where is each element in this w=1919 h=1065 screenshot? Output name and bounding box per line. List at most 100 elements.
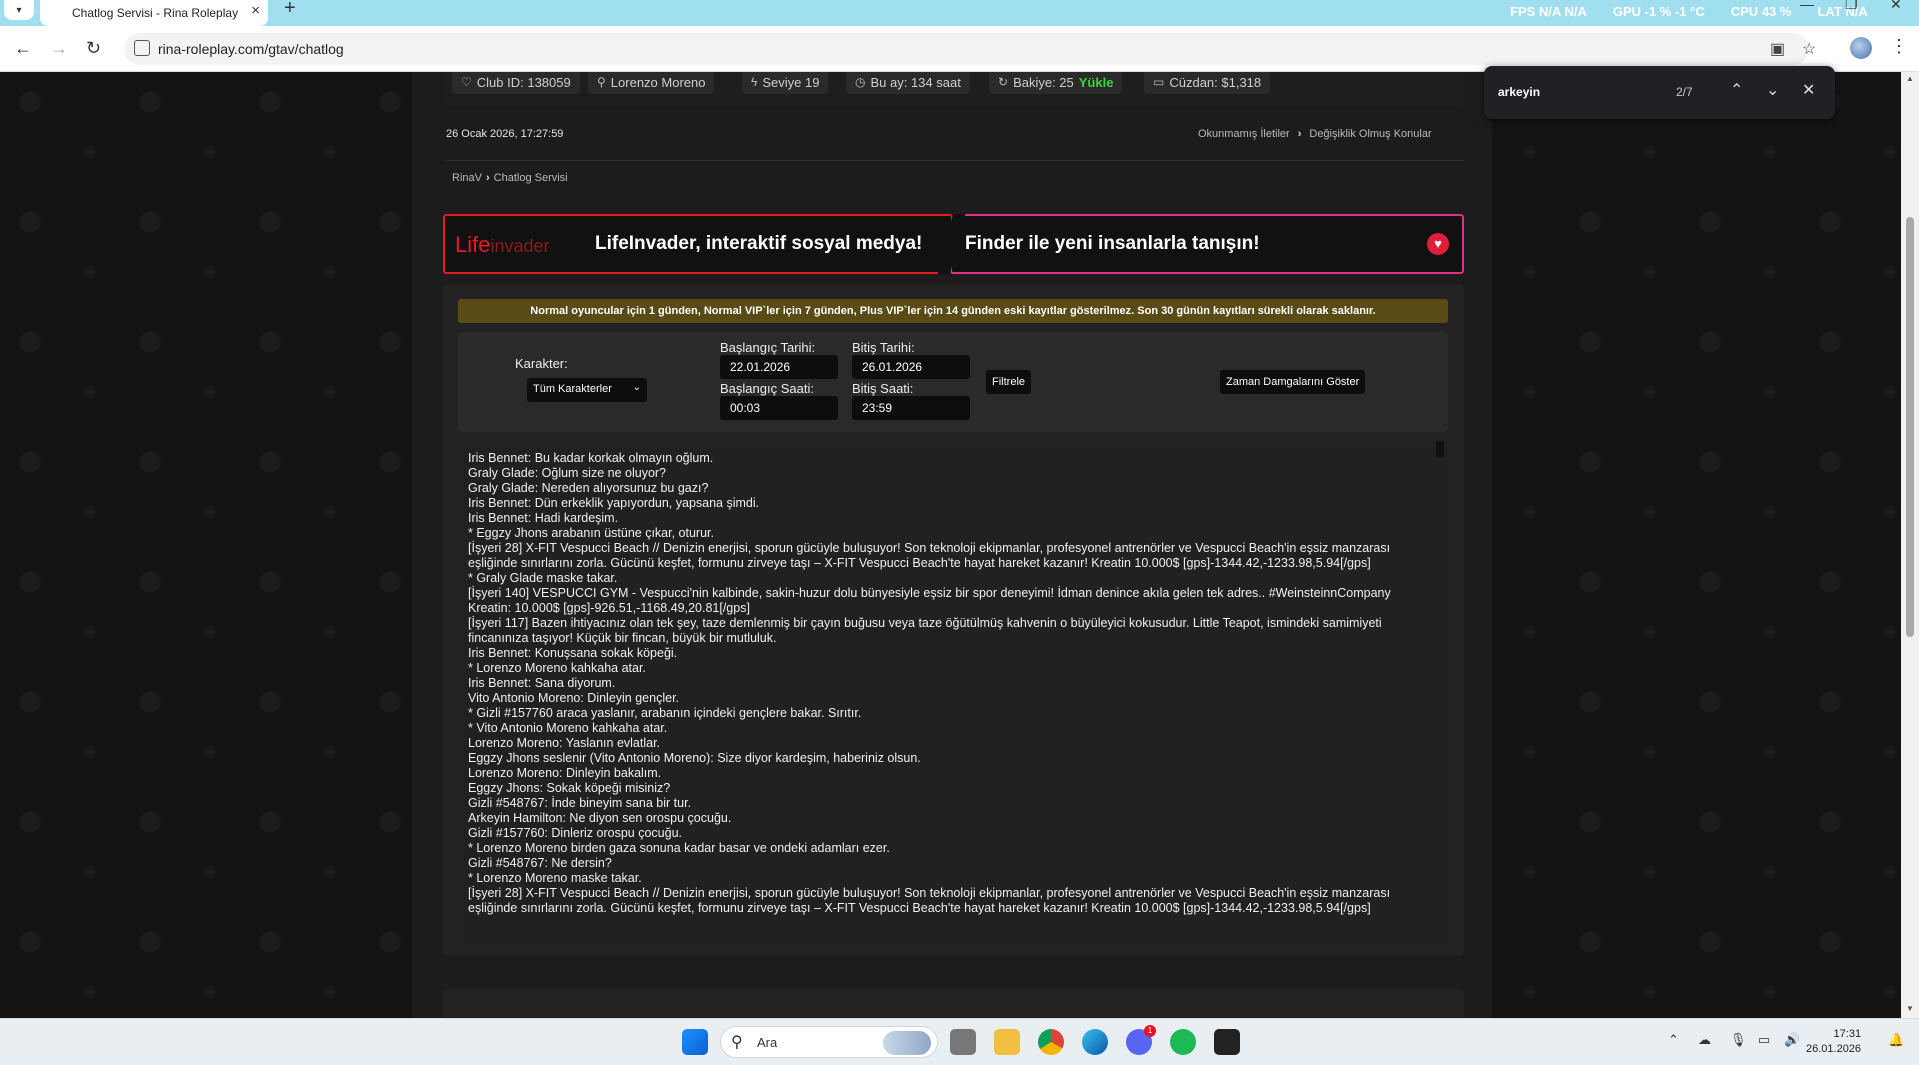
tab-strip: ▾ Chatlog Servisi - Rina Roleplay × + FP… [0, 0, 1919, 26]
log-line: Iris Bennet: Konuşsana sokak köpeği. [468, 646, 678, 660]
perf-overlay: FPS N/A N/A GPU -1 % -1 °C CPU 43 % LAT … [1510, 4, 1868, 19]
end-date-label: Bitiş Tarihi: [852, 340, 915, 355]
log-line: * Eggzy Jhons arabanın üstüne çıkar, otu… [468, 526, 714, 540]
scroll-down-arrow[interactable]: ▼ [1906, 1004, 1914, 1013]
log-line: Graly Glade: Nereden alıyorsunuz bu gazı… [468, 481, 709, 495]
start-time-input[interactable]: 00:03 [720, 396, 838, 420]
lightning-icon: ϟ [751, 75, 758, 89]
scroll-up-arrow[interactable]: ▲ [1906, 74, 1914, 83]
discord-icon[interactable]: 1 [1126, 1025, 1156, 1055]
unread-messages-link[interactable]: Okunmamış İletiler [1198, 128, 1290, 140]
retention-notice: Normal oyuncular için 1 günden, Normal V… [458, 299, 1448, 323]
menu-kebab-icon[interactable]: ⋮ [1890, 36, 1908, 57]
log-line: Vito Antonio Moreno: Dinleyin gençler. [468, 691, 680, 705]
top-up-link[interactable]: Yükle [1079, 75, 1114, 90]
find-input[interactable]: arkeyin [1498, 85, 1540, 99]
breadcrumb: RinaV › Chatlog Servisi [452, 172, 568, 184]
banner-text-left: LifeInvader, interaktif sosyal medya! [595, 233, 923, 254]
find-prev-icon[interactable]: ⌃ [1730, 80, 1743, 100]
log-line: * Lorenzo Moreno maske takar. [468, 871, 642, 885]
log-line: * Lorenzo Moreno birden gaza sonuna kada… [468, 841, 890, 855]
find-close-icon[interactable]: ✕ [1802, 80, 1815, 100]
show-timestamps-button[interactable]: Zaman Damgalarını Göster [1220, 370, 1366, 394]
log-line: Arkeyin Hamilton: Ne diyon sen orospu ço… [468, 811, 732, 825]
rina-launcher-icon[interactable] [1214, 1029, 1240, 1055]
monthly-hours-chip[interactable]: ◷ Bu ay: 134 saat [846, 72, 970, 94]
log-line: Iris Bennet: Sana diyorum. [468, 676, 616, 690]
changed-topics-link[interactable]: Değişiklik Olmuş Konular [1309, 128, 1431, 140]
search-icon: ⚲ [731, 1034, 743, 1051]
close-window-button[interactable]: ✕ [1890, 0, 1902, 13]
discord-badge: 1 [1144, 1025, 1156, 1037]
edge-icon[interactable] [1082, 1029, 1108, 1055]
reload-icon[interactable]: ↻ [86, 37, 101, 59]
start-date-input[interactable]: 22.01.2026 [720, 355, 838, 379]
chevron-down-icon: ⌄ [632, 382, 641, 393]
spotify-icon[interactable] [1170, 1029, 1196, 1055]
end-time-input[interactable]: 23:59 [852, 396, 970, 420]
start-icon[interactable] [682, 1029, 708, 1055]
wallet-chip[interactable]: ▭ Cüzdan: $1,318 [1144, 72, 1271, 94]
profile-avatar[interactable] [1850, 37, 1872, 59]
maximize-window-button[interactable]: ❐ [1845, 0, 1858, 13]
log-line: [İşyeri 28] X-FIT Vespucci Beach // Deni… [468, 541, 1391, 570]
breadcrumb-home[interactable]: RinaV [452, 172, 482, 184]
chatlog-lines: Iris Bennet: Bu kadar korkak olmayın oğl… [458, 451, 1428, 916]
log-line: [İşyeri 117] Bazen ihtiyacınız olan tek … [468, 616, 1382, 645]
tab-search-button[interactable]: ▾ [4, 0, 34, 20]
forward-icon[interactable]: → [50, 37, 68, 59]
bookmark-star-icon[interactable]: ☆ [1802, 39, 1816, 59]
breadcrumb-current[interactable]: Chatlog Servisi [494, 172, 568, 184]
file-explorer-icon[interactable] [994, 1029, 1020, 1055]
clock-icon: ◷ [855, 75, 866, 89]
character-select[interactable]: Tüm Karakterler ⌄ [527, 378, 647, 402]
find-next-icon[interactable]: ⌄ [1766, 80, 1779, 100]
heart-icon: ♥ [1427, 233, 1449, 255]
windows-taskbar: ⚲ Ara 1 ⌃ ☁ 🎙 ▭ 🔊 17:31 26.01.2026 🔔 [0, 1018, 1919, 1065]
chatlog-scrollbar[interactable] [1436, 441, 1444, 457]
new-tab-button[interactable]: + [284, 0, 296, 20]
volume-icon[interactable]: 🔊 [1784, 1032, 1800, 1048]
notification-icon[interactable]: 🔔 [1888, 1032, 1904, 1048]
balance-chip[interactable]: ↻ Bakiye: 25 Yükle [989, 72, 1123, 94]
end-time-label: Bitiş Saati: [852, 381, 914, 396]
address-bar[interactable]: rina-roleplay.com/gtav/chatlog ▣ ☆ [124, 33, 1816, 65]
current-datetime: 26 Ocak 2026, 17:27:59 [446, 128, 564, 140]
chatlog-box[interactable]: Iris Bennet: Bu kadar korkak olmayın oğl… [458, 441, 1448, 945]
tab-chatlog[interactable]: Chatlog Servisi - Rina Roleplay × [40, 0, 268, 26]
taskbar-search[interactable]: ⚲ Ara [720, 1026, 938, 1058]
club-id-chip[interactable]: ♡ Club ID: 138059 [452, 72, 580, 94]
filter-bar: Karakter: Tüm Karakterler ⌄ Başlangıç Tar… [458, 332, 1448, 432]
log-line: Eggzy Jhons seslenir (Vito Antonio Moren… [468, 751, 921, 765]
log-line: [İşyeri 140] VESPUCCI GYM - Vespucci'nin… [468, 586, 1391, 615]
chrome-icon[interactable] [1038, 1029, 1064, 1055]
url-text[interactable]: rina-roleplay.com/gtav/chatlog [158, 41, 344, 57]
minimize-window-button[interactable]: — [1800, 0, 1814, 12]
tray-overflow-icon[interactable]: ⌃ [1668, 1032, 1679, 1048]
log-line: [İşyeri 28] X-FIT Vespucci Beach // Deni… [468, 886, 1391, 915]
character-name-chip[interactable]: ⚲ Lorenzo Moreno [588, 72, 715, 94]
page-action-icon[interactable]: ▣ [1770, 39, 1785, 59]
task-view-icon[interactable] [950, 1029, 976, 1055]
log-line: * Gizli #157760 araca yaslanır, arabanın… [468, 706, 862, 720]
network-icon[interactable]: ▭ [1758, 1032, 1770, 1048]
log-line: Iris Bennet: Hadi kardeşim. [468, 511, 619, 525]
tab-close-icon[interactable]: × [251, 2, 260, 19]
onedrive-icon[interactable]: ☁ [1698, 1032, 1711, 1048]
start-date-label: Başlangıç Tarihi: [720, 340, 816, 355]
banner-text-right: Finder ile yeni insanlarla tanışın! [965, 233, 1260, 254]
log-line: Gizli #548767: Ne dersin? [468, 856, 612, 870]
page-scrollbar[interactable]: ▲ ▼ [1901, 72, 1919, 1018]
filter-button[interactable]: Filtrele [986, 370, 1032, 394]
ad-banner[interactable]: Lifeinvader LifeInvader, interaktif sosy… [443, 214, 1464, 274]
chatlog-panel: Normal oyuncular için 1 günden, Normal V… [443, 284, 1464, 956]
end-date-input[interactable]: 26.01.2026 [852, 355, 970, 379]
site-info-icon[interactable] [134, 40, 150, 56]
lifeinvader-logo: Lifeinvader [455, 232, 550, 257]
page-viewport: ♡ Club ID: 138059 ⚲ Lorenzo Moreno ϟ Seviye… [0, 72, 1901, 1018]
microphone-icon[interactable]: 🎙 [1730, 1032, 1747, 1048]
level-chip[interactable]: ϟ Seviye 19 [742, 72, 829, 94]
scroll-thumb[interactable] [1906, 217, 1914, 637]
taskbar-clock[interactable]: 17:31 26.01.2026 [1806, 1027, 1861, 1057]
back-icon[interactable]: ← [14, 37, 32, 59]
